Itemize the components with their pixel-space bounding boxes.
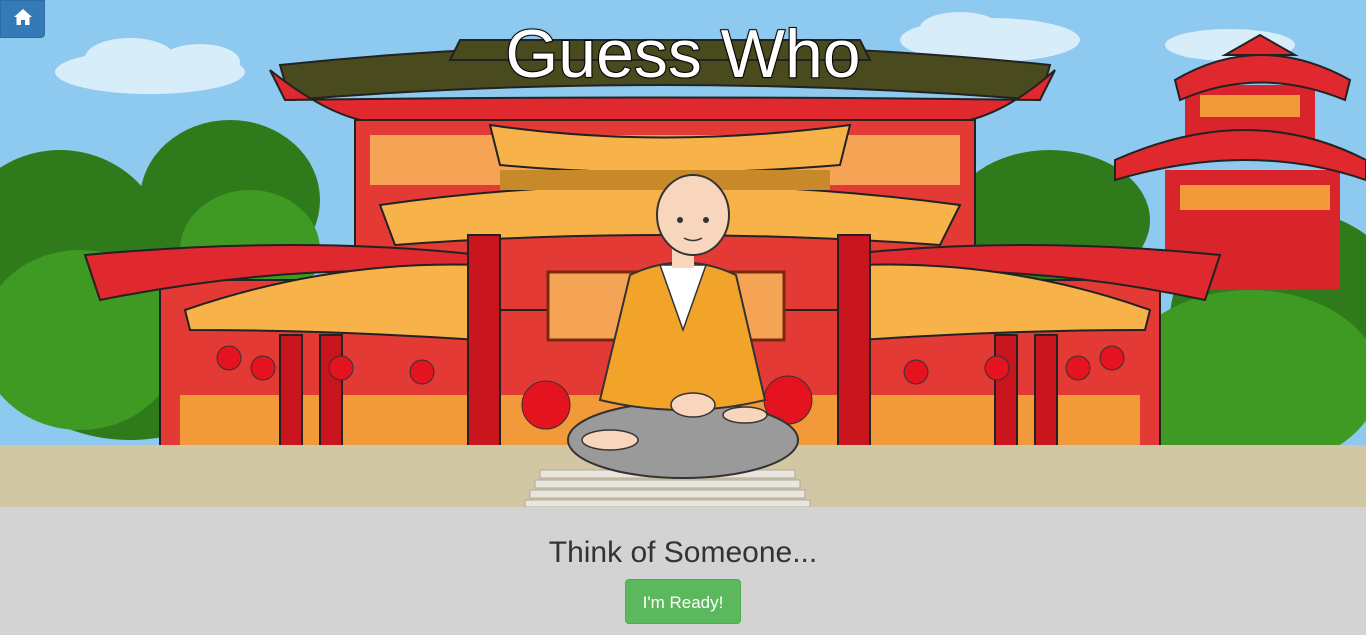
home-button[interactable] — [0, 0, 45, 38]
home-icon — [13, 8, 33, 31]
prompt-text: Think of Someone... — [548, 536, 818, 569]
page: Guess Who Think of Someone... I'm Ready! — [0, 0, 1366, 635]
ready-button[interactable]: I'm Ready! — [624, 579, 742, 624]
prompt-panel: Think of Someone... I'm Ready! — [0, 507, 1366, 635]
page-title: Guess Who — [504, 15, 861, 93]
